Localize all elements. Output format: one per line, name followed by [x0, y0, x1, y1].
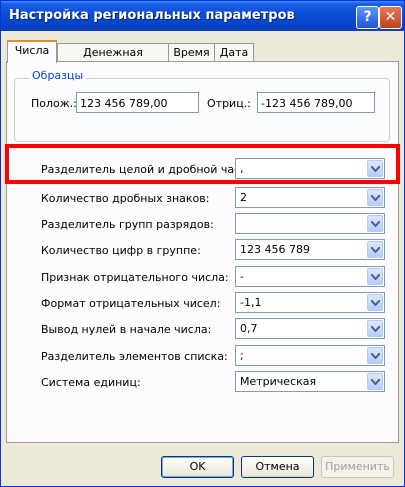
leading-zero-label: Вывод нулей в начале числа:	[41, 323, 212, 336]
close-button[interactable]: ✕	[379, 6, 402, 29]
dropdown-arrow-icon[interactable]	[367, 294, 383, 311]
combo-value: -	[240, 270, 244, 283]
list-separator-label: Разделитель элементов списка:	[41, 350, 228, 363]
combo-value: ;	[240, 349, 244, 362]
highlight-frame	[5, 144, 400, 184]
combo-value: -1,1	[240, 296, 262, 309]
positive-sample-label: Полож.:	[31, 97, 77, 110]
help-button[interactable]: ?	[356, 6, 379, 29]
dropdown-arrow-icon[interactable]	[367, 268, 383, 285]
digit-grouping-symbol-combo[interactable]	[235, 213, 385, 234]
digit-grouping-symbol-label: Разделитель групп разрядов:	[41, 218, 214, 231]
tab-date[interactable]: Дата	[214, 43, 254, 62]
negative-format-combo[interactable]: -1,1	[235, 292, 385, 313]
digit-grouping-label: Количество цифр в группе:	[41, 244, 201, 257]
negative-sample-label: Отриц.:	[207, 97, 251, 110]
cancel-button[interactable]: Отмена	[241, 456, 314, 478]
positive-sample-field: 123 456 789,00	[76, 92, 199, 113]
negative-sign-combo[interactable]: -	[235, 266, 385, 287]
dropdown-arrow-icon[interactable]	[367, 320, 383, 337]
tab-currency[interactable]: Денежная единица	[57, 43, 169, 77]
measurement-system-label: Система единиц:	[41, 376, 141, 389]
tab-numbers[interactable]: Числа	[7, 40, 57, 63]
leading-zero-combo[interactable]: 0,7	[235, 318, 385, 339]
dropdown-arrow-icon[interactable]	[367, 241, 383, 258]
apply-button[interactable]: Применить	[321, 456, 394, 478]
tab-time[interactable]: Время	[168, 43, 215, 62]
window-title: Настройка региональных параметров	[9, 8, 295, 23]
ok-button[interactable]: OK	[161, 456, 234, 478]
samples-group-title: Образцы	[29, 69, 87, 82]
dropdown-arrow-icon[interactable]	[367, 373, 383, 390]
regional-settings-dialog: Настройка региональных параметров ? ✕ Чи…	[0, 0, 405, 487]
list-separator-combo[interactable]: ;	[235, 345, 385, 366]
dropdown-arrow-icon[interactable]	[367, 215, 383, 232]
negative-sample-field: -123 456 789,00	[257, 92, 375, 113]
negative-sign-label: Признак отрицательного числа:	[41, 271, 229, 284]
combo-value: 123 456 789	[240, 243, 310, 256]
dropdown-arrow-icon[interactable]	[367, 347, 383, 364]
combo-value: 0,7	[240, 322, 258, 335]
digit-grouping-combo[interactable]: 123 456 789	[235, 239, 385, 260]
decimal-digits-label: Количество дробных знаков:	[41, 192, 210, 205]
dropdown-arrow-icon[interactable]	[367, 189, 383, 206]
measurement-system-combo[interactable]: Метрическая	[235, 371, 385, 392]
decimal-digits-combo[interactable]: 2	[235, 187, 385, 208]
combo-value: 2	[240, 191, 247, 204]
combo-value: Метрическая	[240, 375, 317, 388]
title-bar[interactable]: Настройка региональных параметров ? ✕	[1, 1, 404, 31]
negative-format-label: Формат отрицательных чисел:	[41, 297, 221, 310]
